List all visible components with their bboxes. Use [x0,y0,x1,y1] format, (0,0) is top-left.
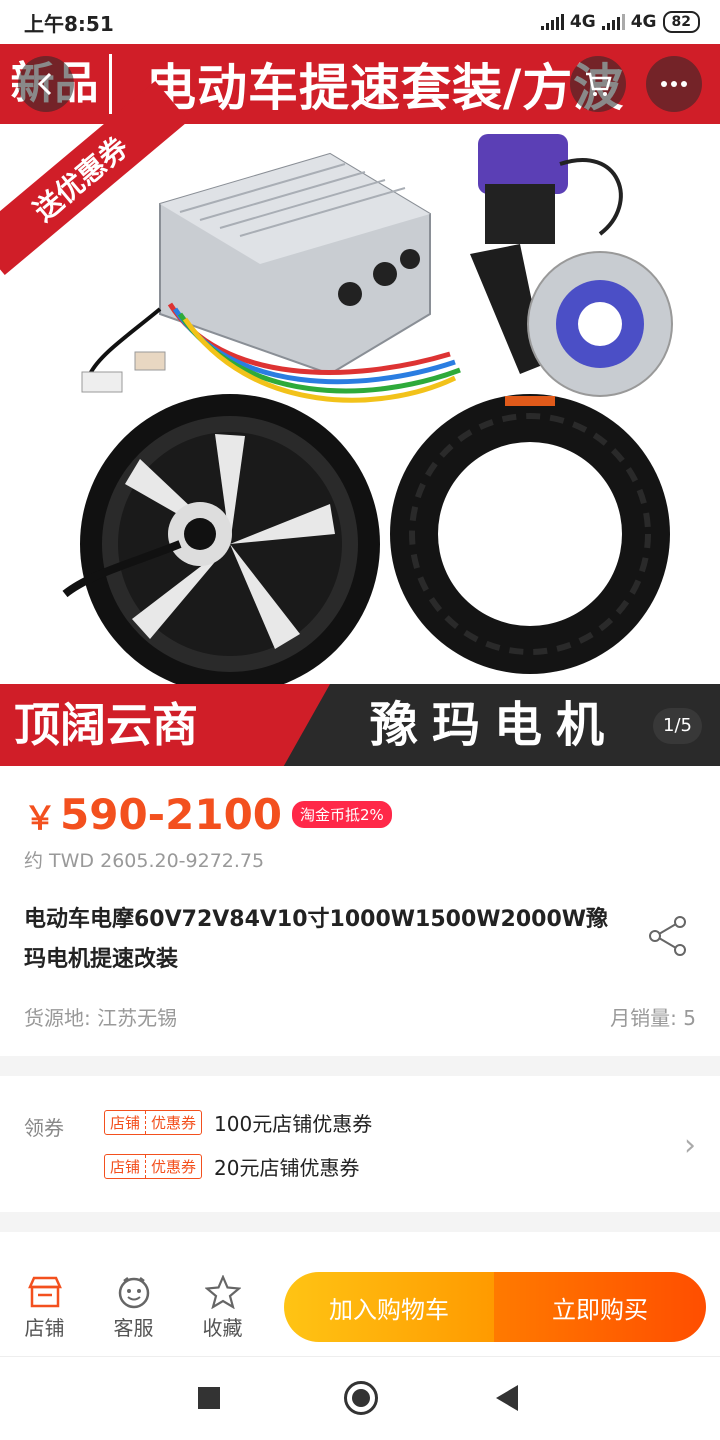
coupon-section[interactable]: 领券 店铺 优惠券 100元店铺优惠券 店铺 优惠券 20元店铺优惠券 › [0,1076,720,1212]
banner-title: 电动车提速套装/方波 [146,59,625,117]
network-label-2: 4G [630,12,657,32]
battery-icon: 82 [662,11,700,33]
monthly-sales: 月销量: 5 [610,1006,696,1030]
product-photo [62,134,673,684]
coupon-label: 领券 [24,1116,64,1140]
coupon-item[interactable]: 店铺 优惠券 100元店铺优惠券 [104,1108,372,1137]
price: ￥590-2100 [24,790,282,839]
action-bar: 店铺 客服 收藏 加入购物车 立即购买 [0,1256,720,1356]
status-time: 上午8:51 [24,11,114,36]
hub-motor-image [62,394,380,684]
system-navigation-bar [0,1356,720,1440]
buy-now-button[interactable]: 立即购买 [494,1272,706,1342]
back-icon[interactable] [496,1385,518,1411]
coupon-tag: 店铺 优惠券 [104,1110,203,1135]
section-divider [0,1212,720,1232]
controller-image [81,152,461,403]
tire-image [390,394,670,674]
cart-icon [586,72,612,96]
more-button[interactable] [646,56,702,112]
star-icon [204,1274,241,1309]
favorite-label: 收藏 [202,1315,243,1340]
coupon-text: 100元店铺优惠券 [214,1112,373,1136]
coupon-item[interactable]: 店铺 优惠券 20元店铺优惠券 [104,1152,359,1181]
page-indicator: 1/5 [653,708,702,744]
network-label-1: 4G [569,12,596,32]
add-to-cart-button[interactable]: 加入购物车 [284,1272,494,1342]
price-value: 590-2100 [60,790,283,839]
origin: 货源地: 江苏无锡 [24,1006,178,1030]
customer-service-icon [118,1276,149,1308]
shop-button[interactable]: 店铺 [0,1272,89,1341]
signal-icon-2 [601,14,625,30]
section-divider [0,1056,720,1076]
product-image-carousel[interactable]: 新品 电动车提速套装/方波 送优惠券 [0,44,720,766]
price-badge: 淘金币抵2% [292,801,392,828]
service-label: 客服 [113,1315,154,1340]
share-icon[interactable] [646,914,690,958]
status-icons: 4G 4G 82 [540,11,700,33]
product-title: 电动车电摩60V72V84V10寸1000W1500W2000W豫玛电机提速改装 [24,907,609,972]
service-button[interactable]: 客服 [89,1272,178,1341]
currency-symbol: ￥ [24,799,57,837]
price-row: ￥590-2100 淘金币抵2% [24,790,392,839]
brand-name-banner: 豫玛电机 [370,697,619,753]
shop-icon [27,1276,62,1307]
home-icon[interactable] [344,1381,378,1415]
brake-kit-image [470,134,673,397]
chevron-left-icon [37,72,52,96]
cart-button[interactable] [570,56,626,112]
banner-footer: 顶阔云商 豫玛电机 [0,684,720,766]
more-icon [661,81,687,87]
favorite-button[interactable]: 收藏 [178,1272,267,1341]
shop-name-banner: 顶阔云商 [0,684,330,766]
coupon-text: 20元店铺优惠券 [214,1156,360,1180]
chevron-right-icon[interactable]: › [684,1128,696,1163]
status-bar: 上午8:51 4G 4G 82 [0,0,720,44]
signal-icon [540,14,564,30]
converted-price: 约 TWD 2605.20-9272.75 [24,850,265,872]
back-button[interactable] [18,56,74,112]
coupon-tag: 店铺 优惠券 [104,1154,203,1179]
shop-label: 店铺 [24,1315,65,1340]
recent-apps-icon[interactable] [198,1387,220,1409]
